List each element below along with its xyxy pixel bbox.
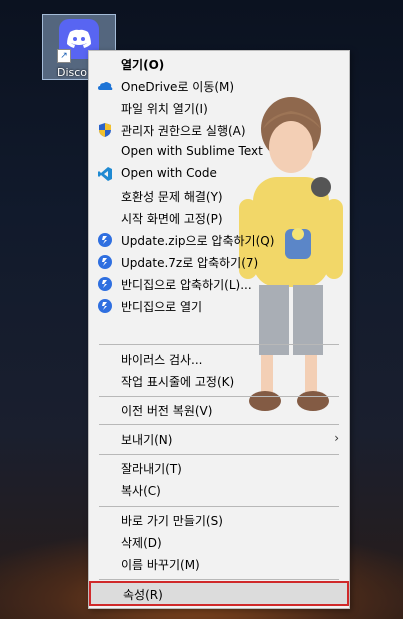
menu-item-create-shortcut[interactable]: 바로 가기 만들기(S)	[89, 509, 349, 531]
menu-item-open[interactable]: 열기(O)	[89, 53, 349, 75]
menu-item-send-to[interactable]: 보내기(N) ›	[89, 428, 349, 450]
menu-item-label: 열기(O)	[121, 58, 165, 72]
menu-item-label: 보내기(N)	[121, 433, 173, 447]
menu-item-label: 이전 버전 복원(V)	[121, 404, 213, 418]
menu-item-label: 작업 표시줄에 고정(K)	[121, 375, 235, 389]
menu-item-label: OneDrive로 이동(M)	[121, 80, 235, 94]
menu-item-open-file-location[interactable]: 파일 위치 열기(I)	[89, 97, 349, 119]
vscode-icon	[98, 167, 112, 181]
cloud-icon	[98, 82, 113, 90]
menu-item-pin-to-start[interactable]: 시작 화면에 고정(P)	[89, 207, 349, 229]
menu-item-pin-to-taskbar[interactable]: 작업 표시줄에 고정(K)	[89, 370, 349, 392]
bandizip-icon	[98, 299, 112, 313]
menu-separator	[99, 454, 339, 455]
menu-item-label: 바이러스 검사...	[121, 353, 203, 367]
menu-separator	[99, 344, 339, 345]
menu-item-label: Update.zip으로 압축하기(Q)	[121, 234, 275, 248]
menu-item-label: Update.7z로 압축하기(7)	[121, 256, 259, 270]
menu-item-label: 반디집으로 압축하기(L)...	[121, 278, 252, 292]
context-menu: 열기(O) OneDrive로 이동(M) 파일 위치 열기(I) 관리자 권한…	[88, 50, 350, 609]
menu-item-open-with-bandizip[interactable]: 반디집으로 열기	[89, 295, 349, 317]
menu-item-compress-bandizip[interactable]: 반디집으로 압축하기(L)...	[89, 273, 349, 295]
desktop-icon-label: Disco	[57, 66, 88, 79]
menu-item-open-with-sublime[interactable]: Open with Sublime Text	[89, 141, 349, 163]
menu-separator	[99, 396, 339, 397]
menu-item-label: 반디집으로 열기	[121, 300, 203, 314]
menu-item-cut[interactable]: 잘라내기(T)	[89, 457, 349, 479]
menu-item-delete[interactable]: 삭제(D)	[89, 531, 349, 553]
menu-item-properties[interactable]: 속성(R)	[89, 581, 349, 606]
menu-separator	[99, 579, 339, 580]
menu-separator	[99, 424, 339, 425]
menu-item-compress-7z[interactable]: Update.7z로 압축하기(7)	[89, 251, 349, 273]
menu-item-label: 복사(C)	[121, 484, 161, 498]
menu-item-restore-previous-versions[interactable]: 이전 버전 복원(V)	[89, 399, 349, 421]
bandizip-icon	[98, 277, 112, 291]
menu-item-compress-zip[interactable]: Update.zip으로 압축하기(Q)	[89, 229, 349, 251]
menu-item-rename[interactable]: 이름 바꾸기(M)	[89, 553, 349, 575]
menu-item-label: 호환성 문제 해결(Y)	[121, 190, 223, 204]
menu-item-label: 시작 화면에 고정(P)	[121, 212, 223, 226]
menu-item-label: 관리자 권한으로 실행(A)	[121, 124, 246, 138]
chevron-right-icon: ›	[334, 431, 339, 445]
menu-item-troubleshoot-compatibility[interactable]: 호환성 문제 해결(Y)	[89, 185, 349, 207]
menu-item-label: 바로 가기 만들기(S)	[121, 514, 223, 528]
menu-item-label: 잘라내기(T)	[121, 462, 182, 476]
menu-item-label: 삭제(D)	[121, 536, 162, 550]
menu-item-label: 파일 위치 열기(I)	[121, 102, 208, 116]
menu-item-move-to-onedrive[interactable]: OneDrive로 이동(M)	[89, 75, 349, 97]
shortcut-arrow-icon: ↗	[57, 49, 71, 63]
menu-item-label: Open with Sublime Text	[121, 144, 263, 158]
menu-item-open-with-code[interactable]: Open with Code	[89, 163, 349, 185]
menu-separator	[99, 506, 339, 507]
menu-item-label: Open with Code	[121, 166, 217, 180]
menu-item-copy[interactable]: 복사(C)	[89, 479, 349, 501]
menu-item-run-as-admin[interactable]: 관리자 권한으로 실행(A)	[89, 119, 349, 141]
menu-item-label: 이름 바꾸기(M)	[121, 558, 200, 572]
bandizip-icon	[98, 233, 112, 247]
bandizip-icon	[98, 255, 112, 269]
menu-item-label: 속성(R)	[123, 588, 163, 602]
menu-item-virus-scan[interactable]: 바이러스 검사...	[89, 348, 349, 370]
uac-shield-icon	[99, 123, 111, 137]
